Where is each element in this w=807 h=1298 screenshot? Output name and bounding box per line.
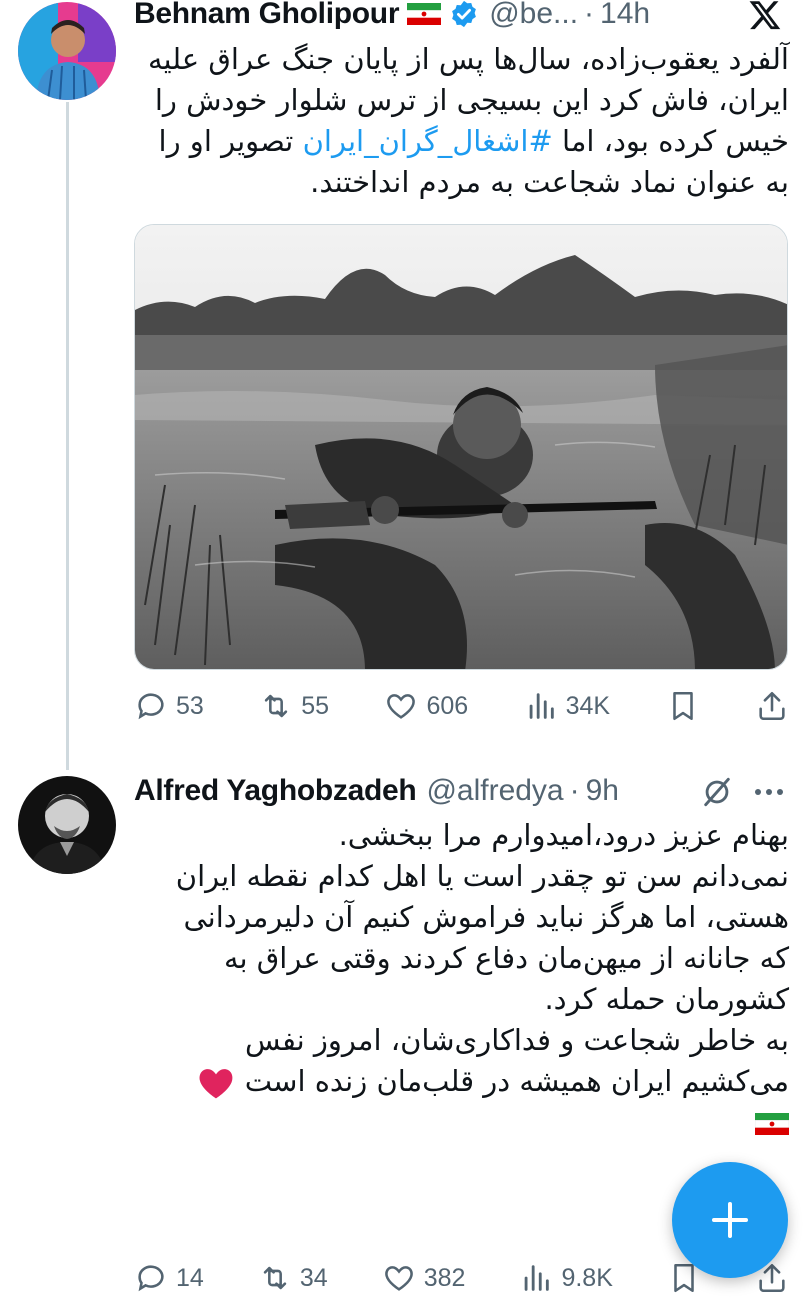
separator-dot: · [584, 0, 595, 30]
heart-icon [387, 694, 416, 719]
tweet2-line [134, 1102, 790, 1143]
bookmark-icon [672, 691, 693, 721]
repost-button[interactable]: 34 [258, 1261, 328, 1295]
views-icon [525, 1265, 550, 1291]
verified-badge-icon [452, 0, 477, 28]
views-icon [529, 693, 554, 719]
tweet1-header: Behnam Gholipour @be... · 14h [134, 0, 787, 34]
plus-icon [712, 1202, 748, 1238]
tweet1-display-name[interactable]: Behnam Gholipour [134, 0, 400, 31]
tweet2-timestamp[interactable]: 9h [586, 774, 619, 808]
repost-button[interactable]: 55 [259, 689, 329, 723]
like-count: 606 [426, 691, 469, 720]
thread-connector [66, 102, 69, 770]
tweet1-line: خیس کرده بود، اما #اشغال_گران_ایران تصوی… [134, 121, 789, 162]
avatar-alfred[interactable] [18, 776, 116, 874]
views-button[interactable]: 34K [524, 689, 610, 723]
tweet1-actions: 53 55 606 34K [134, 686, 789, 726]
tweet2-line: کشورمان حمله کرد. [544, 982, 789, 1016]
view-count: 34K [565, 691, 611, 720]
tweet1-line: ایران، فاش کرد این بسیجی از ترس شلوار خو… [154, 83, 789, 117]
tweet2-display-name[interactable]: Alfred Yaghobzadeh [134, 774, 417, 808]
bookmark-button[interactable] [666, 689, 700, 723]
reply-count: 53 [176, 691, 204, 720]
share-button[interactable] [755, 689, 789, 723]
like-button[interactable]: 606 [384, 689, 468, 723]
tweet1-handle[interactable]: @be... [489, 0, 578, 31]
avatar-behnam[interactable] [18, 2, 116, 100]
tweet2-text: بهنام عزیز درود،امیدوارم مرا ببخشی. نمی‌… [134, 815, 790, 1143]
x-logo-icon[interactable] [748, 0, 782, 32]
view-count: 9.8K [561, 1263, 613, 1292]
share-icon [759, 691, 785, 721]
tweet1-photo[interactable] [134, 224, 788, 670]
tweet2-line: بهنام عزیز درود،امیدوارم مرا ببخشی. [338, 818, 789, 852]
reply-count: 14 [176, 1263, 204, 1292]
reply-button[interactable]: 14 [134, 1261, 204, 1295]
heart-icon [384, 1266, 413, 1291]
like-button[interactable]: 382 [382, 1261, 466, 1295]
reply-icon [138, 693, 164, 720]
red-heart-icon [200, 1069, 233, 1099]
iran-flag-icon [407, 3, 442, 25]
tweet2-text-part: می‌کشیم ایران همیشه در قلب‌مان زنده است [244, 1064, 789, 1098]
repost-icon [265, 694, 288, 718]
more-icon[interactable] [752, 782, 786, 802]
tweet1-text-part: خیس کرده بود، اما [552, 124, 789, 158]
repost-count: 34 [299, 1263, 328, 1292]
separator-dot: · [569, 774, 580, 807]
tweet1-line: به عنوان نماد شجاعت به مردم انداختند. [310, 165, 789, 199]
tweet2-header: Alfred Yaghobzadeh @alfredya · 9h [134, 771, 787, 811]
reply-button[interactable]: 53 [134, 689, 204, 723]
like-count: 382 [423, 1263, 466, 1292]
tweet2-handle[interactable]: @alfredya [426, 774, 563, 808]
tweet2-line: نمی‌دانم سن تو چقدر است یا اهل کدام نقطه… [175, 859, 789, 893]
tweet2-actions: 14 34 382 9.8K [134, 1258, 789, 1298]
reply-icon [138, 1265, 164, 1292]
tweet1-text-part: تصویر او را [158, 124, 303, 158]
tweet2-line: که جانانه از میهن‌مان دفاع کردند وقتی عر… [223, 941, 789, 975]
hashtag-link[interactable]: #اشغال_گران_ایران [303, 124, 553, 158]
repost-count: 55 [301, 691, 330, 720]
tweet1-timestamp[interactable]: 14h [600, 0, 650, 31]
tweet1-line: آلفرد یعقوب‌زاده، سال‌ها پس از پایان جنگ… [147, 42, 789, 76]
iran-flag-icon [754, 1113, 790, 1135]
repost-icon [263, 1266, 287, 1290]
grok-icon[interactable] [700, 775, 734, 809]
tweet2-line: می‌کشیم ایران همیشه در قلب‌مان زنده است [134, 1061, 789, 1102]
tweet2-line: به خاطر شجاعت و فداکاری‌شان، امروز نفس [244, 1023, 789, 1057]
views-button[interactable]: 9.8K [519, 1261, 613, 1295]
tweet1-text: آلفرد یعقوب‌زاده، سال‌ها پس از پایان جنگ… [134, 39, 789, 203]
tweet2-line: هستی، اما هرگز نباید فراموش کنیم آن دلیر… [183, 900, 789, 934]
compose-button[interactable] [672, 1162, 788, 1278]
